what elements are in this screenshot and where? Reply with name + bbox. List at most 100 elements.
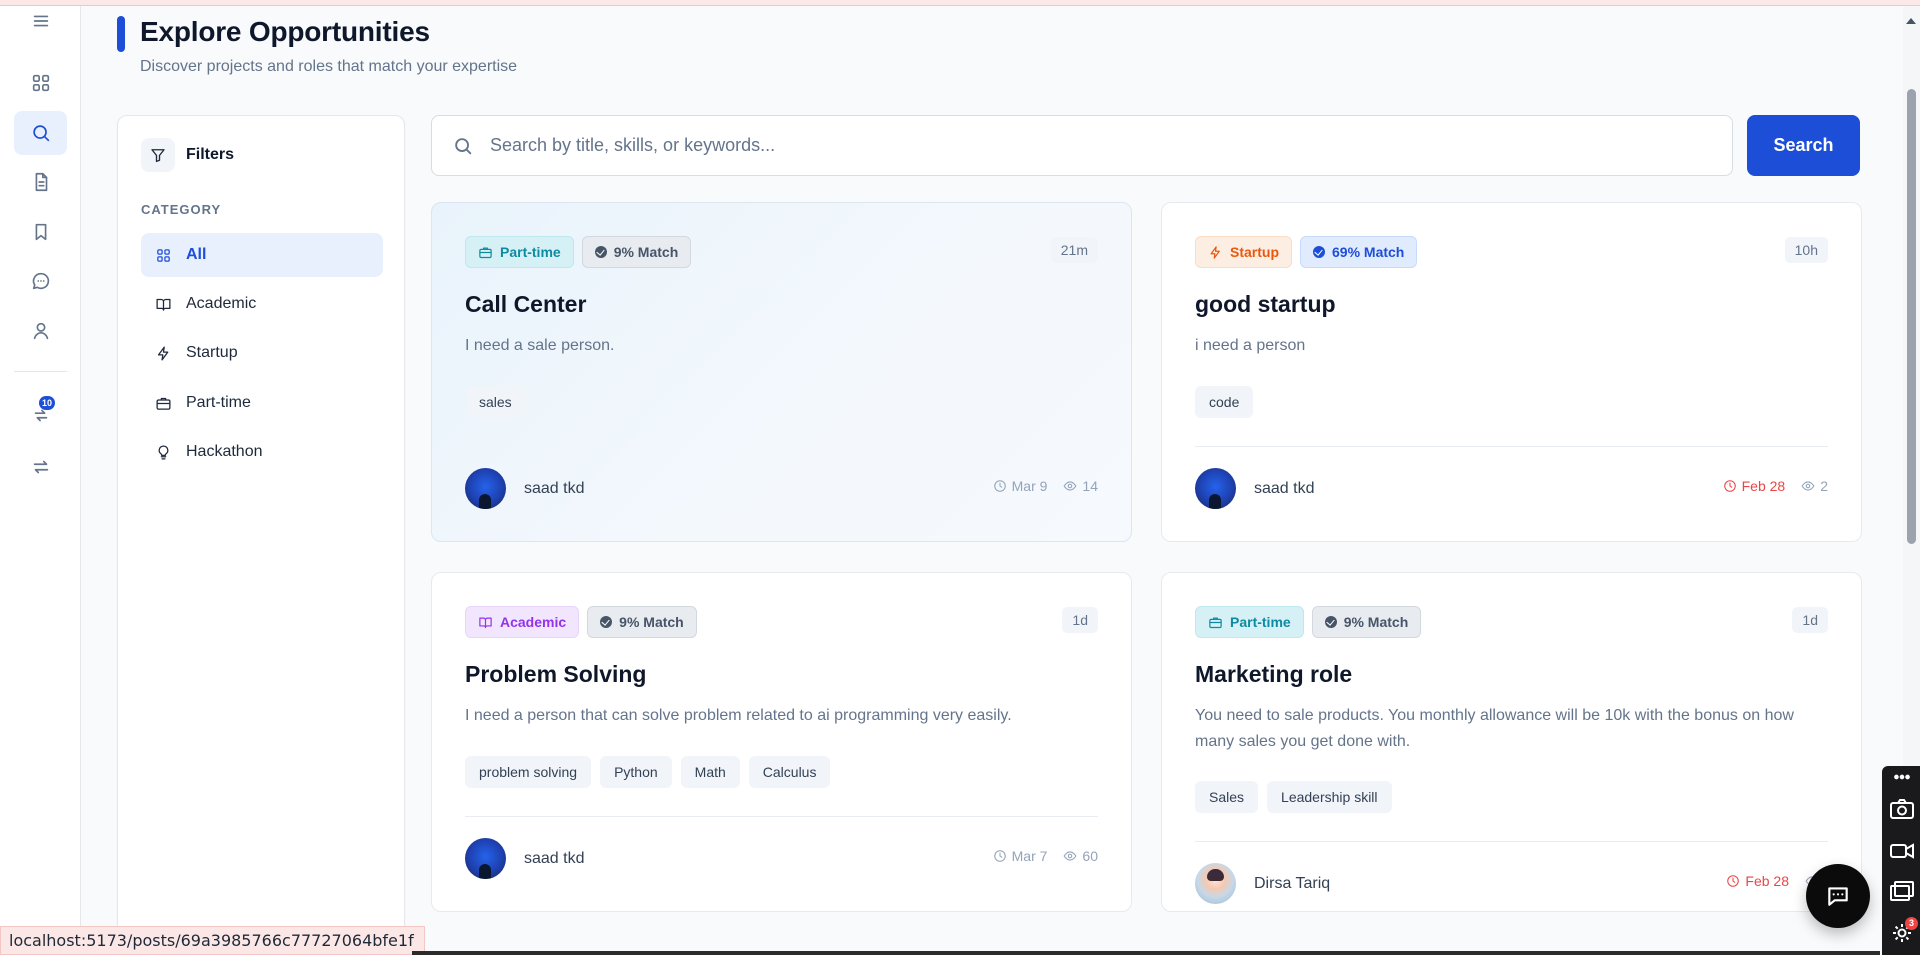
post-age: 1d [1062,607,1098,633]
skill-tag: Math [680,756,740,788]
page-subtitle: Discover projects and roles that match y… [140,58,518,75]
eye-icon [1063,851,1077,861]
filters-header: Filters [141,138,234,172]
icon-sidebar: 10 [0,6,81,955]
post-card[interactable]: Startup 69% Match 10h good startup i nee… [1161,202,1862,542]
badge-row: Part-time 9% Match [1195,606,1422,638]
filter-icon [141,138,175,172]
post-author[interactable]: saad tkd [465,838,584,879]
avatar [1195,468,1236,509]
category-badge: Part-time [465,236,574,268]
post-title[interactable]: Call Center [465,291,586,318]
post-title[interactable]: good startup [1195,291,1336,318]
search-input[interactable] [490,135,1670,156]
nav-switch[interactable] [14,445,67,489]
match-badge: 9% Match [581,236,692,268]
post-author[interactable]: saad tkd [1195,468,1314,509]
tools-badge: 3 [1905,917,1918,930]
category-label-academic: Academic [186,295,257,312]
grid-icon [32,74,49,92]
document-icon [35,172,47,192]
post-description: You need to sale products. You monthly a… [1195,707,1794,750]
post-date: Mar 9 [993,478,1047,494]
browser-top-strip [0,0,1920,6]
record-button[interactable] [1888,838,1916,864]
skill-tag: Python [600,756,672,788]
post-date-text: Feb 28 [1741,478,1786,494]
check-circle-icon [594,246,607,258]
video-camera-icon [1890,843,1914,859]
nav-explore[interactable] [14,111,67,155]
post-card[interactable]: Academic 9% Match 1d Problem Solving I n… [431,572,1132,912]
clock-icon [993,850,1006,862]
menu-toggle-button[interactable] [14,6,67,36]
tag-list: Sales Leadership skill [1195,781,1392,813]
status-bar-url: localhost:5173/posts/69a3985766c77727064… [0,926,425,955]
post-deadline: Feb 28 [1723,478,1786,494]
category-badge-label: Part-time [500,244,561,260]
user-icon [33,322,48,340]
search-icon [455,137,472,154]
nav-saved[interactable] [14,210,67,254]
category-part-time[interactable]: Part-time [141,381,383,425]
post-date-text: Feb 28 [1745,873,1789,889]
post-age: 21m [1050,237,1098,263]
category-academic[interactable]: Academic [141,282,383,326]
nav-profile[interactable] [14,309,67,353]
tag-list: problem solving Python Math Calculus [465,756,831,788]
post-meta: Mar 9 14 [993,478,1098,494]
category-hackathon[interactable]: Hackathon [141,430,383,474]
briefcase-icon [1209,617,1222,628]
post-deadline: Feb 28 [1726,873,1789,889]
nav-dashboard[interactable] [14,61,67,105]
post-views: 14 [1063,478,1098,494]
bookmark-icon [35,223,46,241]
post-card[interactable]: Part-time 9% Match 21m Call Center I nee… [431,202,1132,542]
post-views: 2 [1801,478,1828,494]
avatar [465,838,506,879]
post-title[interactable]: Marketing role [1195,661,1352,688]
clock-icon [1723,480,1736,492]
category-label-startup: Startup [186,344,238,361]
post-author[interactable]: saad tkd [465,468,584,509]
category-badge-label: Startup [1230,244,1279,260]
check-circle-icon [1324,616,1337,628]
nav-requests[interactable]: 10 [14,393,67,437]
chat-floating-button[interactable] [1806,864,1870,928]
filters-panel: Filters CATEGORY All Academic Startup Pa… [117,115,405,955]
bottom-edge-strip [412,951,1880,955]
check-circle-icon [600,616,613,628]
nav-documents[interactable] [14,160,67,204]
clock-icon [993,480,1006,492]
tools-menu-button[interactable] [1888,770,1916,784]
message-icon [1828,887,1848,906]
scrollbar-thumb[interactable] [1907,89,1916,544]
category-all[interactable]: All [141,233,383,277]
post-age: 1d [1792,607,1828,633]
category-startup[interactable]: Startup [141,331,383,375]
post-views-count: 60 [1082,848,1098,864]
badge-row: Startup 69% Match [1195,236,1418,268]
book-icon [156,298,171,311]
scroll-up-arrow-icon[interactable] [1906,18,1916,24]
grid-icon [157,248,170,262]
badge-row: Part-time 9% Match [465,236,692,268]
category-badge: Part-time [1195,606,1304,638]
post-description: I need a person that can solve problem r… [465,707,1012,724]
lightning-icon [157,345,169,361]
category-label-part-time: Part-time [186,394,251,411]
briefcase-icon [156,397,171,410]
search-button[interactable]: Search [1747,115,1860,176]
screenshot-button[interactable] [1888,796,1916,822]
match-badge-label: 9% Match [1343,614,1409,630]
post-title[interactable]: Problem Solving [465,661,646,688]
nav-messages[interactable] [14,259,67,303]
skill-tag: Calculus [748,756,831,788]
post-card[interactable]: Part-time 9% Match 1d Marketing role You… [1161,572,1862,912]
category-badge: Academic [465,606,580,638]
search-icon [32,125,49,142]
settings-button[interactable]: 3 [1888,917,1918,946]
category-label: CATEGORY [141,202,222,217]
post-author[interactable]: Dirsa Tariq [1195,863,1330,904]
windows-button[interactable] [1888,878,1916,904]
